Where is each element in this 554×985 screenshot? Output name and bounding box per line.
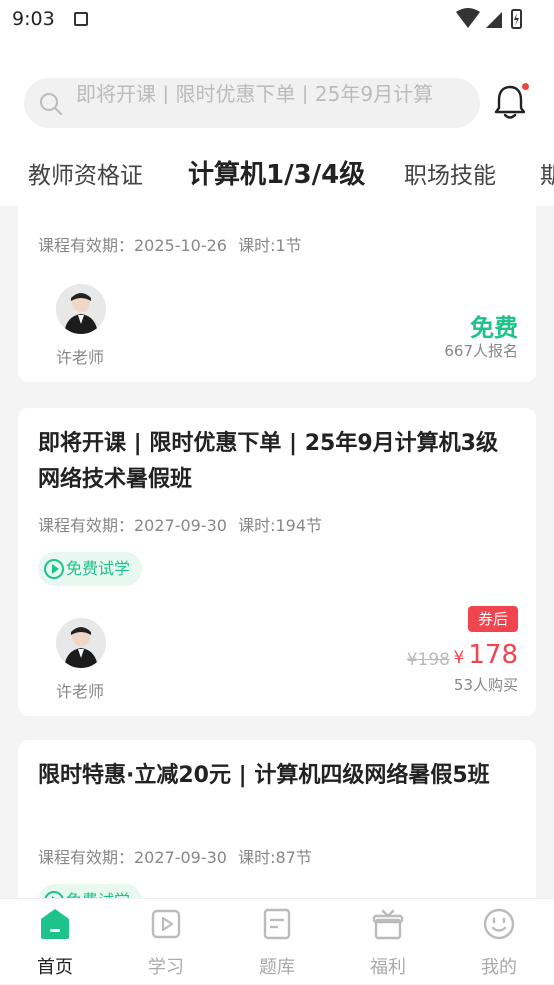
search-bar[interactable]: 即将开课 | 限时优惠下单 | 25年9月计算 [24,78,480,128]
price-value: 178 [468,640,518,670]
home-icon [41,909,69,939]
current-price: ¥178 [454,640,518,670]
course-validity: 课程有效期：2025-10-26 [38,236,227,255]
course-validity: 课程有效期：2027-09-30 [38,848,227,867]
free-trial-button[interactable]: 免费试学 [38,884,143,898]
nav-label-question-bank: 题库 [259,957,295,978]
bell-icon[interactable] [493,84,527,120]
currency-symbol: ¥ [453,648,465,668]
nav-label-profile: 我的 [481,957,517,978]
nav-label-benefits: 福利 [370,957,406,978]
gift-icon [372,909,404,940]
course-list[interactable]: 计算机3级网络技术暑假班 课程有效期：2025-10-26 课时:1节 许老师 … [0,206,554,898]
tab-computer-level[interactable]: 计算机1/3/4级 [188,154,365,191]
header: 即将开课 | 限时优惠下单 | 25年9月计算 教师资格证 计算机1/3/4级 … [0,38,554,206]
play-circle-icon [44,891,64,898]
system-status-icons [456,8,522,29]
play-circle-icon [44,559,64,579]
price-free: 免费 [470,314,518,342]
tab-more[interactable]: 期 [540,156,554,190]
search-input[interactable]: 即将开课 | 限时优惠下单 | 25年9月计算 [76,78,470,104]
tab-teacher-cert[interactable]: 教师资格证 [28,156,143,190]
bottom-nav: 首页 学习 题库 福利 我的 [0,898,554,984]
course-hours: 课时:87节 [238,848,312,867]
status-bar: 9:03 [0,0,554,38]
teacher-name: 许老师 [56,682,105,701]
course-card[interactable]: 计算机3级网络技术暑假班 课程有效期：2025-10-26 课时:1节 许老师 … [18,206,536,382]
status-time: 9:03 [12,8,55,30]
purchase-count: 53人购买 [453,676,518,694]
question-bank-icon [263,908,291,940]
notification-icon [74,12,88,26]
nav-label-study: 学习 [148,957,184,978]
free-trial-button[interactable]: 免费试学 [38,552,143,586]
nav-item-benefits[interactable]: 福利 [333,899,443,985]
course-hours: 课时:1节 [238,236,302,255]
enroll-count: 667人报名 [444,342,518,360]
course-meta: 课程有效期：2027-09-30 课时:87节 [38,844,312,868]
play-icon [151,909,181,939]
profile-icon [483,908,515,940]
nav-item-profile[interactable]: 我的 [444,899,554,985]
nav-item-study[interactable]: 学习 [111,899,221,985]
nav-label-home: 首页 [37,957,73,978]
free-trial-label: 免费试学 [66,884,130,898]
course-title: 限时特惠·立减20元 | 计算机四级网络暑假5班 [38,763,490,788]
free-trial-label: 免费试学 [66,559,131,578]
coupon-badge: 券后 [467,606,518,632]
tab-workplace-skills[interactable]: 职场技能 [404,156,496,190]
nav-item-home[interactable]: 首页 [0,899,110,985]
teacher-name: 许老师 [56,348,105,367]
course-title: 即将开课 | 限时优惠下单 | 25年9月计算机3级网络技术暑假班 [38,431,498,492]
search-icon [40,93,62,115]
course-validity: 课程有效期：2027-09-30 [38,516,227,535]
notification-dot [522,83,529,90]
course-card[interactable]: 限时特惠·立减20元 | 计算机四级网络暑假5班 课程有效期：2027-09-3… [18,740,536,898]
course-meta: 课程有效期：2027-09-30 课时:194节 [38,512,322,536]
course-meta: 课程有效期：2025-10-26 课时:1节 [38,232,302,256]
avatar [56,284,106,334]
avatar [56,618,106,668]
course-card[interactable]: 即将开课 | 限时优惠下单 | 25年9月计算机3级网络技术暑假班 课程有效期：… [18,408,536,716]
course-title: 计算机3级网络技术暑假班 [38,206,516,214]
category-tabs: 教师资格证 计算机1/3/4级 职场技能 期 [0,148,554,198]
nav-item-question-bank[interactable]: 题库 [222,899,332,985]
course-hours: 课时:194节 [238,516,323,535]
original-price: ¥198 [406,650,450,670]
